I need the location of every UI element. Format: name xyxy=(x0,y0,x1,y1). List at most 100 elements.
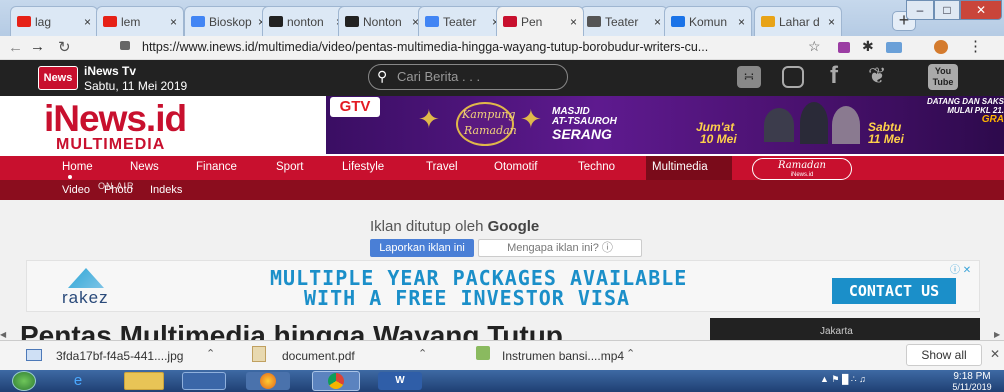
subnav-indeks[interactable]: Indeks xyxy=(150,184,182,196)
close-tab-icon[interactable]: × xyxy=(570,15,577,29)
youtube-icon xyxy=(17,16,31,27)
why-this-ad-button[interactable]: Mengapa iklan ini? ⓘ xyxy=(478,239,642,257)
twitter-icon[interactable]: ❦ xyxy=(868,63,886,89)
site-logo-sub: MULTIMEDIA xyxy=(56,136,166,153)
date2-date: 11 Mei xyxy=(868,132,904,146)
close-tab-icon[interactable]: × xyxy=(828,15,835,29)
facebook-icon[interactable]: f xyxy=(830,62,838,90)
clock-date: 5/11/2019 xyxy=(952,382,992,392)
close-tab-icon[interactable]: × xyxy=(84,15,91,29)
close-tab-icon[interactable]: × xyxy=(170,15,177,29)
ad-closed-text: Iklan ditutup oleh Google xyxy=(370,218,539,235)
report-ad-button[interactable]: Laporkan iklan ini xyxy=(370,239,474,257)
masjid-line3: SERANG xyxy=(552,126,612,142)
download-item-jpg[interactable]: 3fda17bf-f4a5-441....jpg xyxy=(56,349,183,363)
nav-item-finance[interactable]: Finance xyxy=(196,161,237,173)
taskbar-app[interactable] xyxy=(246,372,290,390)
browser-tab[interactable]: nonton× xyxy=(262,6,350,36)
scroll-left-arrow[interactable]: ◀ xyxy=(0,330,6,339)
start-button[interactable] xyxy=(12,371,36,391)
minimize-button[interactable]: – xyxy=(906,0,934,20)
word-icon[interactable]: W xyxy=(378,372,422,390)
address-bar[interactable]: https://www.inews.id/multimedia/video/pe… xyxy=(142,40,822,57)
ramadan-badge-sub: iNews.id xyxy=(790,172,814,178)
scroll-right-arrow[interactable]: ▶ xyxy=(994,330,1000,339)
chevron-up-icon[interactable]: ⌃ xyxy=(626,347,635,360)
nav-item-lifestyle[interactable]: Lifestyle xyxy=(342,161,384,173)
ramadan-nav-badge[interactable]: Ramadan iNews.id xyxy=(752,158,852,180)
arc-icon xyxy=(671,16,685,27)
browser-tab[interactable]: Teater× xyxy=(580,6,668,36)
youtube-label-bottom: Tube xyxy=(932,77,954,87)
chevron-up-icon[interactable]: ⌃ xyxy=(206,347,215,360)
download-item-mp4[interactable]: Instrumen bansi....mp4 xyxy=(502,349,624,363)
tab-title: Pen xyxy=(521,14,543,29)
maximize-button[interactable]: □ xyxy=(934,0,960,20)
star-icon[interactable]: ☆ xyxy=(808,38,821,55)
nav-item-sport[interactable]: Sport xyxy=(276,161,304,173)
browser-tab[interactable]: Pen × xyxy=(496,6,584,36)
inews-icon xyxy=(503,16,517,27)
browser-tab[interactable]: Nonton × xyxy=(338,6,426,36)
inews-tv-logo[interactable]: News xyxy=(38,66,78,90)
nav-item-travel[interactable]: Travel xyxy=(426,161,458,173)
rss-icon[interactable]: ∺ xyxy=(737,66,761,88)
brand-block[interactable]: iNews.id MULTIMEDIA xyxy=(40,96,310,154)
download-item-pdf[interactable]: document.pdf xyxy=(282,349,355,363)
chevron-up-icon[interactable]: ⌃ xyxy=(418,347,427,360)
browser-tab[interactable]: Lahar d × xyxy=(754,6,842,36)
forward-icon[interactable]: → xyxy=(30,38,45,55)
date1-date: 10 Mei xyxy=(700,132,737,146)
article-title: Pentas Multimedia hingga Wayang Tutup xyxy=(20,320,563,340)
clock-time: 9:18 PM xyxy=(953,371,991,382)
ramadan-text: Ramadan xyxy=(464,124,517,137)
browser-tab[interactable]: Teater× xyxy=(418,6,506,36)
browser-tab[interactable]: Komun × xyxy=(664,6,752,36)
back-icon[interactable]: ← xyxy=(8,39,23,56)
nav-item-otomotif[interactable]: Otomotif xyxy=(494,161,537,173)
youtube-icon[interactable]: You Tube xyxy=(928,64,958,90)
nav-item-techno[interactable]: Techno xyxy=(578,161,615,173)
host-photo xyxy=(800,102,828,144)
close-window-button[interactable]: ✕ xyxy=(960,0,1002,20)
tray-icons[interactable]: ▲ ⚑ █ ∴ ♫ xyxy=(820,374,866,385)
menu-icon[interactable]: ⋮ xyxy=(968,37,983,55)
ie-icon[interactable]: e xyxy=(56,372,100,390)
media-player-icon[interactable] xyxy=(182,372,226,390)
nav-item-multimedia[interactable]: Multimedia xyxy=(652,161,708,173)
gtv-logo: GTV xyxy=(330,97,380,117)
close-downloads-icon[interactable]: ✕ xyxy=(990,347,1000,361)
t-icon xyxy=(761,16,775,27)
rakez-headline-2: WITH A FREE INVESTOR VISA xyxy=(304,286,631,310)
instagram-icon[interactable] xyxy=(782,66,804,88)
contact-us-button[interactable]: CONTACT US xyxy=(832,278,956,304)
film-icon xyxy=(345,16,359,27)
nav-item-news[interactable]: News xyxy=(130,161,159,173)
extension-icon[interactable]: ✱ xyxy=(862,38,874,55)
extension-icon[interactable] xyxy=(838,42,850,53)
close-tab-icon[interactable]: × xyxy=(654,15,661,29)
tab-title: Komun xyxy=(689,14,728,29)
search-icon: ⚲ xyxy=(377,68,388,84)
rakez-logo: rakez xyxy=(62,288,109,307)
browser-tab[interactable]: Bioskop× xyxy=(184,6,272,36)
close-tab-icon[interactable]: × xyxy=(738,15,745,29)
subnav-video[interactable]: Video xyxy=(62,184,90,196)
explorer-icon[interactable] xyxy=(124,372,164,390)
browser-tab[interactable]: lag × xyxy=(10,6,98,36)
taskbar-app[interactable] xyxy=(312,371,360,391)
pdf-file-icon xyxy=(252,346,266,362)
nav-item-home[interactable]: Home xyxy=(62,161,93,173)
show-all-button[interactable]: Show all xyxy=(906,344,982,366)
reload-icon[interactable]: ↻ xyxy=(58,38,71,56)
kampung-text: Kampung xyxy=(462,108,516,121)
on-air-overlay: ON AIR xyxy=(98,181,135,191)
image-file-icon xyxy=(26,349,42,361)
profile-avatar[interactable] xyxy=(934,40,948,54)
host-photo xyxy=(832,106,860,144)
ad-closed-label: Iklan ditutup oleh xyxy=(370,218,484,235)
ad-choices-icon[interactable]: ⓘ ✕ xyxy=(950,261,971,276)
search-input[interactable]: ⚲ Cari Berita . . . xyxy=(368,64,568,90)
extension-icon[interactable] xyxy=(886,42,902,53)
browser-tab[interactable]: lem × xyxy=(96,6,184,36)
